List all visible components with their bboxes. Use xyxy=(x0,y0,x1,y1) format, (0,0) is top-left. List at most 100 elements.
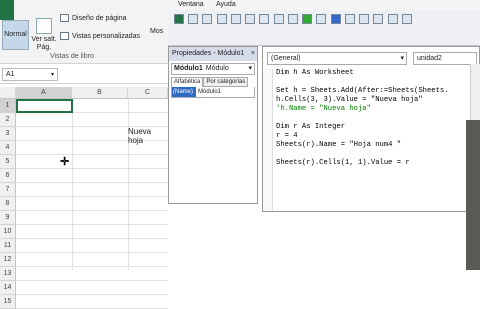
undo-icon[interactable] xyxy=(273,14,284,24)
page-layout-label: Diseño de página xyxy=(72,14,127,22)
select-all-corner[interactable] xyxy=(0,87,16,99)
paste-icon[interactable] xyxy=(245,14,256,24)
cut-icon[interactable] xyxy=(216,14,227,24)
column-header-b[interactable]: B xyxy=(72,87,128,99)
copy-icon[interactable] xyxy=(230,14,241,24)
excel-icon[interactable] xyxy=(174,14,184,24)
code-line[interactable]: 'h.Name = "Nueva hoja" xyxy=(276,105,449,114)
custom-views-icon xyxy=(60,32,69,40)
row-header-11[interactable]: 11 xyxy=(0,239,16,253)
tab-por-categorias[interactable]: Por categorías xyxy=(203,77,249,87)
normal-view-button[interactable]: Normal xyxy=(2,20,29,50)
vbe-menu-bar: Ventana Ayuda xyxy=(168,0,480,10)
row-gridline xyxy=(16,280,168,281)
row-header-1[interactable]: 1 xyxy=(0,99,16,113)
code-line[interactable]: h.Cells(3, 3).Value = "Nueva hoja" xyxy=(276,96,449,105)
property-row-name[interactable]: (Name) Módulo1 xyxy=(171,87,255,98)
row-header-6[interactable]: 6 xyxy=(0,169,16,183)
code-editor[interactable]: Dim h As Worksheet Set h = Sheets.Add(Aft… xyxy=(276,69,449,168)
object-combo[interactable]: (General) ▾ xyxy=(267,52,407,65)
row-header-10[interactable]: 10 xyxy=(0,225,16,239)
row-gridline xyxy=(16,238,168,239)
code-line[interactable]: Dim h As Worksheet xyxy=(276,69,449,78)
properties-title-bar: Propiedades - Módulo1 × xyxy=(169,47,257,61)
object-selector[interactable]: Módulo1 Módulo ▾ xyxy=(171,63,255,75)
row-gridline xyxy=(16,210,168,211)
find-icon[interactable] xyxy=(259,14,270,24)
page-break-view-button[interactable]: Ver salt. Pág. xyxy=(30,18,58,52)
excel-file-tab[interactable] xyxy=(0,0,14,20)
row-header-4[interactable]: 4 xyxy=(0,141,16,155)
page-layout-button[interactable]: Diseño de página xyxy=(60,14,127,22)
code-line[interactable] xyxy=(276,114,449,123)
row-header-7[interactable]: 7 xyxy=(0,183,16,197)
object-type: Módulo xyxy=(205,65,229,72)
row-header-3[interactable]: 3 xyxy=(0,127,16,141)
code-margin-indicator[interactable] xyxy=(263,69,273,211)
menu-ayuda[interactable]: Ayuda xyxy=(216,1,236,8)
row-header-12[interactable]: 12 xyxy=(0,253,16,267)
workbook-views-group-label: Vistas de libro xyxy=(50,53,94,60)
break-icon[interactable] xyxy=(316,14,327,24)
code-line[interactable]: Sheets(r).Name = "Hoja num4 " xyxy=(276,141,449,150)
object-name: Módulo1 xyxy=(174,65,203,72)
code-line[interactable] xyxy=(276,150,449,159)
selected-cell-a1[interactable] xyxy=(16,99,73,113)
background-window-edge xyxy=(466,120,480,270)
toolbox-icon[interactable] xyxy=(401,14,412,24)
column-header-c[interactable]: C xyxy=(128,87,168,99)
row-header-9[interactable]: 9 xyxy=(0,211,16,225)
normal-view-label: Normal xyxy=(4,31,27,38)
code-line[interactable]: r = 4 xyxy=(276,132,449,141)
code-line[interactable]: Dim r As Integer xyxy=(276,123,449,132)
row-gridline xyxy=(16,224,168,225)
code-line[interactable]: Set h = Sheets.Add(After:=Sheets(Sheets. xyxy=(276,87,449,96)
code-line[interactable] xyxy=(276,78,449,87)
row-header-5[interactable]: 5 xyxy=(0,155,16,169)
chevron-down-icon[interactable]: ▾ xyxy=(248,64,254,74)
close-icon[interactable]: × xyxy=(251,47,257,61)
row-gridline xyxy=(16,154,168,155)
design-mode-icon[interactable] xyxy=(344,14,355,24)
reset-icon[interactable] xyxy=(330,14,341,24)
row-header-8[interactable]: 8 xyxy=(0,197,16,211)
column-header-a[interactable]: A xyxy=(16,87,72,99)
procedure-combo[interactable]: unidad2 xyxy=(413,52,477,65)
project-explorer-icon[interactable] xyxy=(359,14,370,24)
spreadsheet-grid[interactable]: A B C 1 2 3 4 5 6 7 8 9 10 11 12 13 14 15 Nueva hoja xyxy=(0,87,168,309)
page-break-icon xyxy=(36,18,52,34)
custom-views-button[interactable]: Vistas personalizadas xyxy=(60,32,140,40)
run-icon[interactable] xyxy=(302,14,313,24)
row-gridline xyxy=(16,252,168,253)
object-combo-value: (General) xyxy=(271,55,301,62)
row-gridline xyxy=(16,168,168,169)
row-gridline xyxy=(16,294,168,295)
object-browser-icon[interactable] xyxy=(387,14,398,24)
show-group-label[interactable]: Mos xyxy=(150,28,163,35)
row-header-2[interactable]: 2 xyxy=(0,113,16,127)
name-box-value: A1 xyxy=(6,71,15,78)
toolbar-row-1 xyxy=(174,14,414,26)
insert-icon[interactable] xyxy=(188,14,199,24)
row-gridline xyxy=(16,266,168,267)
property-key: (Name) xyxy=(172,87,196,97)
row-header-15[interactable]: 15 xyxy=(0,295,16,309)
cell-c3[interactable]: Nueva hoja xyxy=(128,127,168,145)
tab-alfabetica[interactable]: Alfabética xyxy=(171,77,204,87)
procedure-combo-value: unidad2 xyxy=(417,55,442,62)
column-gridline xyxy=(128,99,129,270)
menu-ventana[interactable]: Ventana xyxy=(178,1,204,8)
code-line[interactable]: Sheets(r).Cells(1, 1).Value = r xyxy=(276,159,449,168)
properties-icon[interactable] xyxy=(373,14,384,24)
redo-icon[interactable] xyxy=(287,14,298,24)
chevron-down-icon[interactable]: ▾ xyxy=(400,53,406,64)
name-box[interactable]: A1 ▾ xyxy=(2,68,58,81)
row-header-14[interactable]: 14 xyxy=(0,281,16,295)
page-break-label: Ver salt. Pág. xyxy=(31,36,57,51)
save-icon[interactable] xyxy=(202,14,213,24)
property-value[interactable]: Módulo1 xyxy=(196,87,221,97)
custom-views-label: Vistas personalizadas xyxy=(72,32,140,40)
row-header-13[interactable]: 13 xyxy=(0,267,16,281)
code-window[interactable]: (General) ▾ unidad2 Dim h As Worksheet Se… xyxy=(262,46,480,212)
chevron-down-icon[interactable]: ▾ xyxy=(51,71,54,78)
